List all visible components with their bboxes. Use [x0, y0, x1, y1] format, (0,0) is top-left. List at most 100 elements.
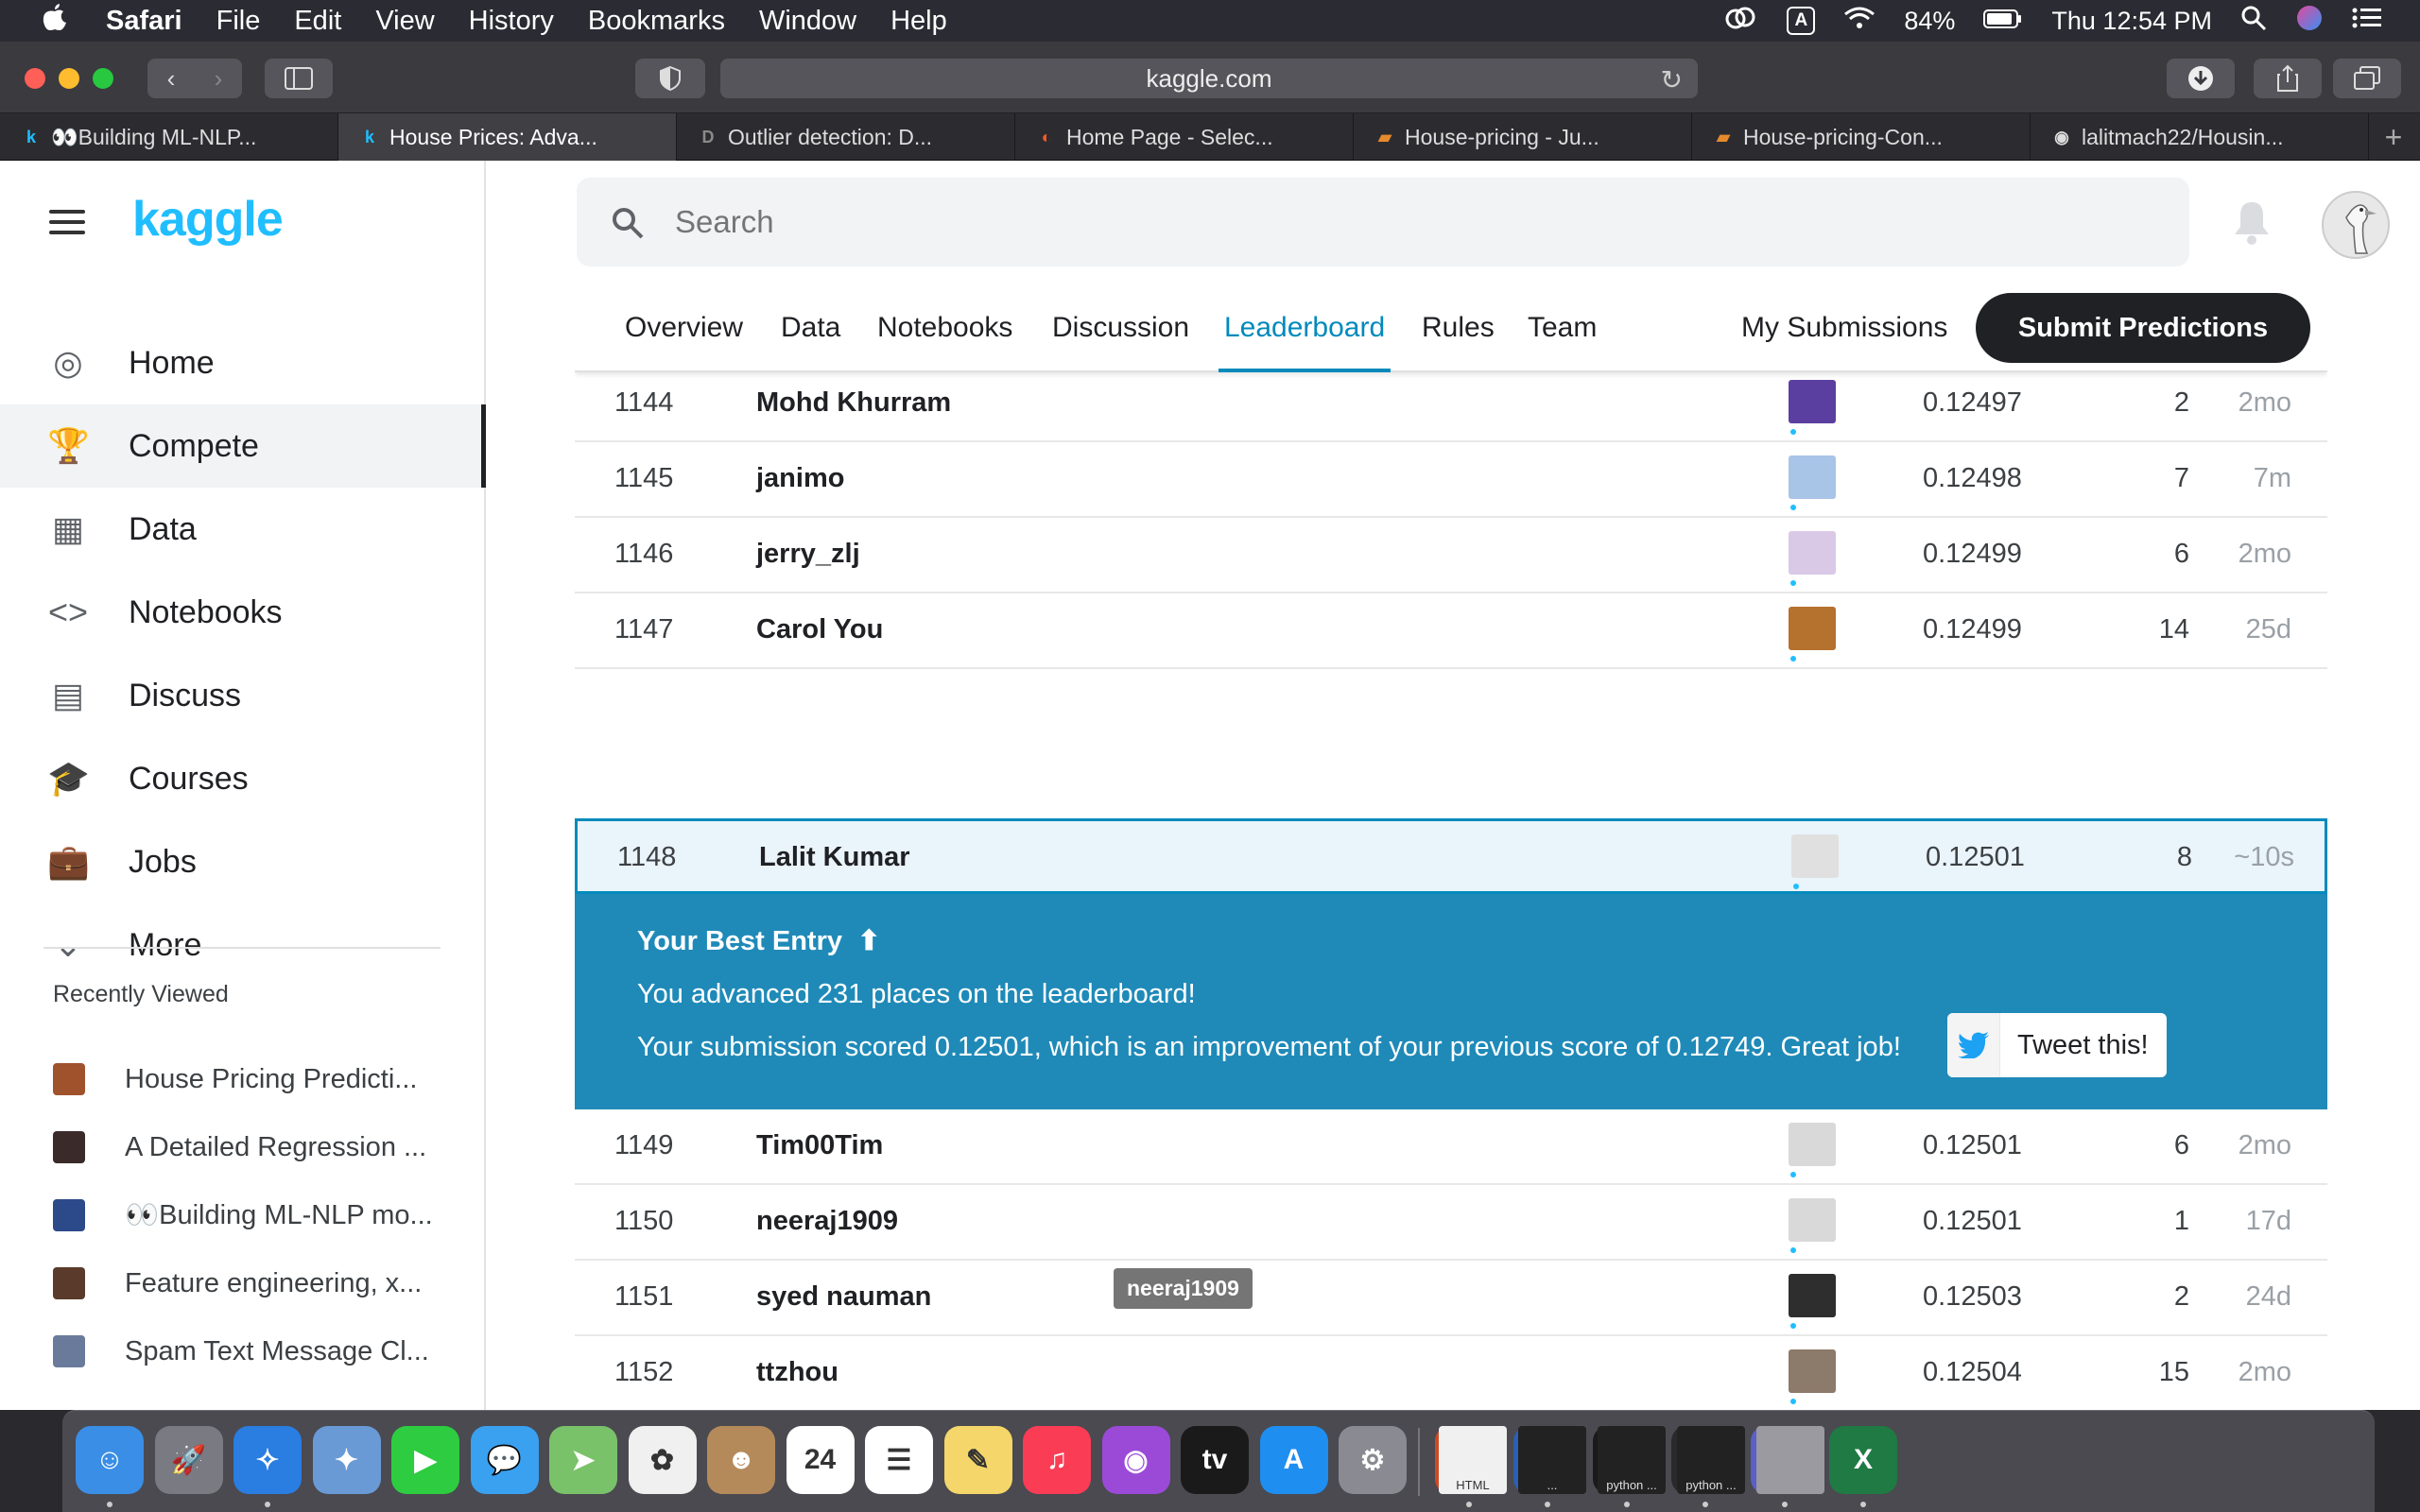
- table-row[interactable]: 1151 syed nauman 0.12503 2 24d: [575, 1261, 2327, 1336]
- html-file-icon[interactable]: HTML: [1439, 1426, 1507, 1494]
- hamburger-menu-icon[interactable]: [49, 210, 85, 234]
- music-icon[interactable]: ♫: [1023, 1426, 1091, 1494]
- close-window-button[interactable]: [25, 68, 45, 89]
- recent-item[interactable]: House Pricing Predicti...: [0, 1051, 486, 1108]
- input-source-icon[interactable]: A: [1787, 7, 1816, 35]
- facetime-icon[interactable]: ▶: [391, 1426, 459, 1494]
- address-bar[interactable]: kaggle.com ↻: [720, 59, 1698, 98]
- sidebar-item-compete[interactable]: 🏆 Compete: [0, 404, 486, 488]
- recent-item[interactable]: Feature engineering, x...: [0, 1255, 486, 1312]
- row-avatar[interactable]: [1789, 1274, 1836, 1317]
- kaggle-logo[interactable]: kaggle: [132, 191, 284, 248]
- row-team-name[interactable]: Tim00Tim: [756, 1130, 883, 1161]
- tab-overview-button[interactable]: [2333, 59, 2401, 98]
- recent-item[interactable]: A Detailed Regression ...: [0, 1119, 486, 1176]
- podcasts-icon[interactable]: ◉: [1101, 1426, 1170, 1494]
- my-submissions-link[interactable]: My Submissions: [1741, 284, 1947, 372]
- downloads-button[interactable]: [2167, 59, 2235, 98]
- wifi-icon[interactable]: [1843, 6, 1876, 37]
- row-team-name[interactable]: Carol You: [756, 614, 883, 645]
- submit-predictions-button[interactable]: Submit Predictions: [1976, 293, 2310, 363]
- zoom-window-button[interactable]: [93, 68, 113, 89]
- browser-tab[interactable]: ▰ House-pricing - Ju...: [1354, 113, 1692, 161]
- browser-tab[interactable]: k House Prices: Adva...: [338, 113, 677, 161]
- share-button[interactable]: [2254, 59, 2322, 98]
- sidebar-item-notebooks[interactable]: <> Notebooks: [0, 571, 486, 654]
- system-preferences-icon[interactable]: ⚙: [1339, 1426, 1407, 1494]
- row-team-name[interactable]: janimo: [756, 463, 844, 494]
- row-avatar[interactable]: [1789, 380, 1836, 423]
- creative-cloud-icon[interactable]: [1724, 6, 1758, 37]
- privacy-report-button[interactable]: [635, 59, 705, 98]
- menu-history[interactable]: History: [469, 6, 554, 37]
- browser-tab[interactable]: ◉ lalitmach22/Housin...: [2031, 113, 2369, 161]
- window-thumbnail-icon[interactable]: ...: [1518, 1426, 1586, 1494]
- maps-icon[interactable]: ➤: [549, 1426, 617, 1494]
- battery-icon[interactable]: [1983, 7, 2023, 36]
- my-leaderboard-row[interactable]: 1148 Lalit Kumar 0.12501 8 ~10s: [575, 818, 2327, 894]
- sidebar-item-more[interactable]: ⌄ More: [0, 903, 486, 987]
- notification-center-icon[interactable]: [2352, 7, 2382, 36]
- contacts-icon[interactable]: ☻: [707, 1426, 775, 1494]
- app-menu[interactable]: Safari: [106, 6, 182, 37]
- preview-icon[interactable]: ✦: [312, 1426, 381, 1494]
- row-avatar[interactable]: [1791, 834, 1839, 878]
- sidebar-item-data[interactable]: ▦ Data: [0, 488, 486, 571]
- best-entry-title[interactable]: Your Best Entry ⬆: [637, 924, 880, 957]
- launchpad-icon[interactable]: 🚀: [154, 1426, 223, 1494]
- menu-file[interactable]: File: [216, 6, 261, 37]
- table-row[interactable]: 1152 ttzhou 0.12504 15 2mo: [575, 1336, 2327, 1410]
- row-avatar[interactable]: [1789, 1349, 1836, 1393]
- excel-icon[interactable]: X: [1829, 1426, 1897, 1494]
- row-team-name[interactable]: jerry_zlj: [756, 539, 860, 570]
- window-thumbnail-icon[interactable]: python ...: [1598, 1426, 1666, 1494]
- browser-tab[interactable]: ◐ Home Page - Selec...: [1015, 113, 1354, 161]
- apple-menu-icon[interactable]: [38, 2, 72, 40]
- sidebar-toggle-button[interactable]: [265, 59, 333, 98]
- photos-icon[interactable]: ✿: [628, 1426, 697, 1494]
- back-icon[interactable]: ‹: [147, 64, 195, 94]
- row-avatar[interactable]: [1789, 1123, 1836, 1166]
- sidebar-item-jobs[interactable]: 💼 Jobs: [0, 820, 486, 903]
- spotlight-icon[interactable]: [2240, 5, 2267, 38]
- menu-help[interactable]: Help: [890, 6, 947, 37]
- search-bar[interactable]: [577, 178, 2189, 266]
- recent-item[interactable]: Spam Text Message Cl...: [0, 1323, 486, 1380]
- notes-icon[interactable]: ✎: [943, 1426, 1012, 1494]
- table-row[interactable]: 1150 neeraj1909 0.12501 1 17d: [575, 1185, 2327, 1261]
- row-team-name[interactable]: Mohd Khurram: [756, 387, 951, 419]
- tab-notebooks[interactable]: Notebooks: [877, 284, 1012, 372]
- tab-leaderboard[interactable]: Leaderboard: [1218, 284, 1392, 372]
- menu-view[interactable]: View: [375, 6, 434, 37]
- tab-rules[interactable]: Rules: [1422, 284, 1495, 372]
- calendar-icon[interactable]: 24: [786, 1426, 855, 1494]
- tab-team[interactable]: Team: [1528, 284, 1597, 372]
- new-tab-button[interactable]: +: [2369, 113, 2418, 161]
- table-row[interactable]: 1149 Tim00Tim 0.12501 6 2mo: [575, 1109, 2327, 1185]
- url-text[interactable]: kaggle.com: [1147, 64, 1272, 94]
- sidebar-item-courses[interactable]: 🎓 Courses: [0, 737, 486, 820]
- table-row[interactable]: 1144 Mohd Khurram 0.12497 2 2mo: [575, 367, 2327, 442]
- messages-icon[interactable]: 💬: [470, 1426, 539, 1494]
- table-row[interactable]: 1145 janimo 0.12498 7 7m: [575, 442, 2327, 518]
- app-store-icon[interactable]: A: [1259, 1426, 1328, 1494]
- finder-icon[interactable]: ☺: [76, 1426, 144, 1494]
- menu-edit[interactable]: Edit: [294, 6, 341, 37]
- safari-icon[interactable]: ✧: [233, 1426, 302, 1494]
- menu-window[interactable]: Window: [759, 6, 856, 37]
- trash-icon[interactable]: [1756, 1426, 1824, 1494]
- browser-tab[interactable]: k 👀Building ML-NLP...: [0, 113, 338, 161]
- row-team-name[interactable]: Lalit Kumar: [759, 842, 910, 873]
- clock[interactable]: Thu 12:54 PM: [2051, 7, 2212, 36]
- forward-icon[interactable]: ›: [195, 64, 242, 94]
- tab-data[interactable]: Data: [781, 284, 840, 372]
- back-forward-buttons[interactable]: ‹ ›: [147, 59, 242, 98]
- reminders-icon[interactable]: ☰: [865, 1426, 933, 1494]
- tweet-this-button[interactable]: Tweet this!: [1947, 1013, 2167, 1077]
- table-row[interactable]: 1146 jerry_zlj 0.12499 6 2mo: [575, 518, 2327, 593]
- row-team-name[interactable]: syed nauman: [756, 1281, 931, 1313]
- row-avatar[interactable]: [1789, 607, 1836, 650]
- sidebar-item-discuss[interactable]: ▤ Discuss: [0, 654, 486, 737]
- reload-icon[interactable]: ↻: [1661, 64, 1683, 95]
- minimize-window-button[interactable]: [59, 68, 79, 89]
